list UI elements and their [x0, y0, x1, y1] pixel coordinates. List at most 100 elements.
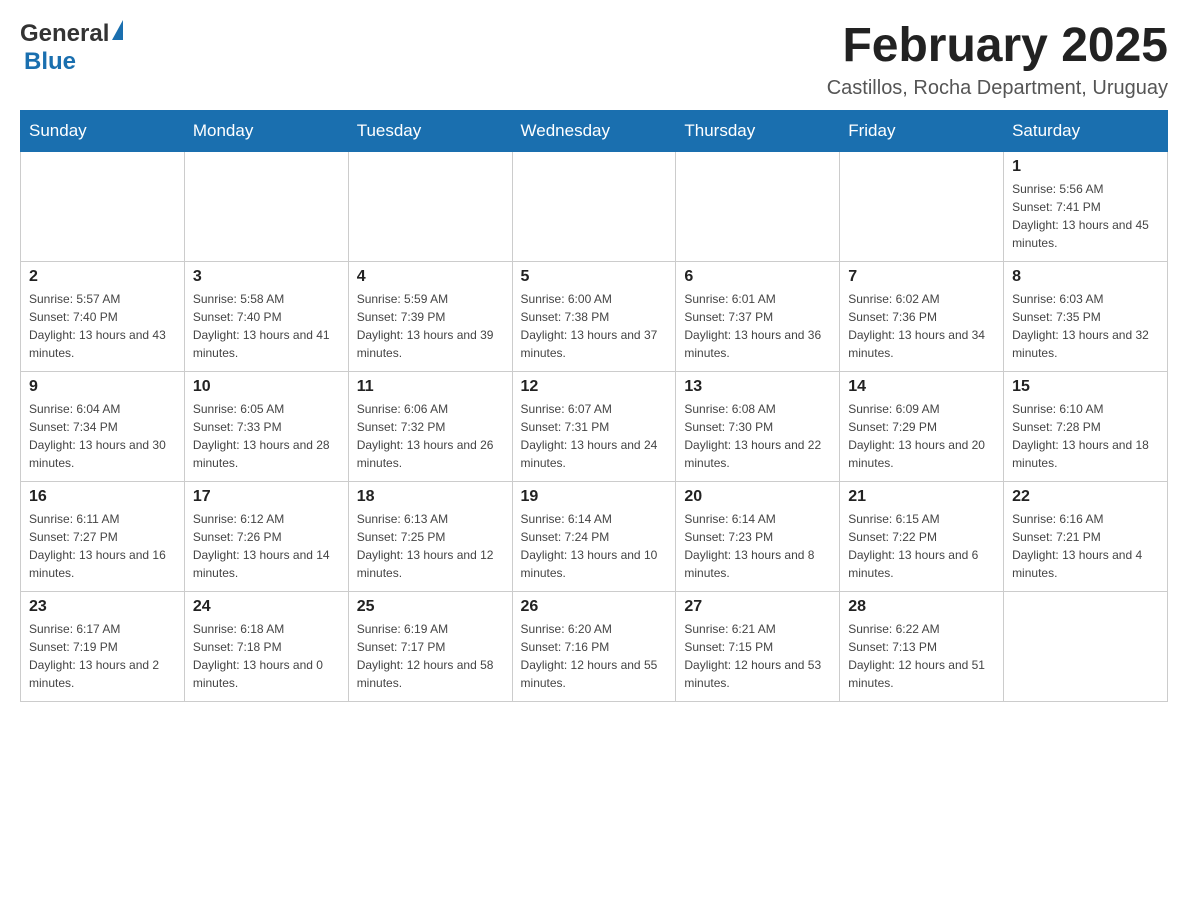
calendar-cell — [184, 151, 348, 261]
page-header: General Blue February 2025 Castillos, Ro… — [20, 20, 1168, 100]
day-number: 27 — [684, 598, 831, 616]
calendar-cell: 4 Sunrise: 5:59 AMSunset: 7:39 PMDaylight… — [348, 261, 512, 371]
day-number: 13 — [684, 378, 831, 396]
day-number: 8 — [1012, 268, 1159, 286]
calendar-cell — [21, 151, 185, 261]
day-number: 3 — [193, 268, 340, 286]
calendar-cell: 5 Sunrise: 6:00 AMSunset: 7:38 PMDaylight… — [512, 261, 676, 371]
day-info: Sunrise: 6:14 AMSunset: 7:24 PMDaylight:… — [521, 510, 668, 582]
calendar-cell: 16Sunrise: 6:11 AMSunset: 7:27 PMDayligh… — [21, 481, 185, 591]
calendar-cell: 14 Sunrise: 6:09 AMSunset: 7:29 PMDayligh… — [840, 371, 1004, 481]
calendar-cell: 26 Sunrise: 6:20 AMSunset: 7:16 PMDayligh… — [512, 591, 676, 701]
day-number: 14 — [848, 378, 995, 396]
calendar-cell: 13 Sunrise: 6:08 AMSunset: 7:30 PMDayligh… — [676, 371, 840, 481]
calendar-cell: 3 Sunrise: 5:58 AMSunset: 7:40 PMDaylight… — [184, 261, 348, 371]
calendar-cell: 9 Sunrise: 6:04 AMSunset: 7:34 PMDaylight… — [21, 371, 185, 481]
day-info: Sunrise: 6:22 AMSunset: 7:13 PMDaylight:… — [848, 620, 995, 692]
day-number: 15 — [1012, 378, 1159, 396]
day-info: Sunrise: 5:58 AMSunset: 7:40 PMDaylight:… — [193, 290, 340, 362]
calendar-cell: 6 Sunrise: 6:01 AMSunset: 7:37 PMDaylight… — [676, 261, 840, 371]
calendar-cell: 17 Sunrise: 6:12 AMSunset: 7:26 PMDayligh… — [184, 481, 348, 591]
day-info: Sunrise: 6:18 AMSunset: 7:18 PMDaylight:… — [193, 620, 340, 692]
calendar-cell: 21Sunrise: 6:15 AMSunset: 7:22 PMDayligh… — [840, 481, 1004, 591]
calendar-cell: 18Sunrise: 6:13 AMSunset: 7:25 PMDayligh… — [348, 481, 512, 591]
day-info: Sunrise: 6:16 AMSunset: 7:21 PMDaylight:… — [1012, 510, 1159, 582]
calendar-week-row-3: 9 Sunrise: 6:04 AMSunset: 7:34 PMDaylight… — [21, 371, 1168, 481]
calendar-day-header-monday: Monday — [184, 110, 348, 151]
day-info: Sunrise: 6:09 AMSunset: 7:29 PMDaylight:… — [848, 400, 995, 472]
calendar-cell — [676, 151, 840, 261]
day-number: 1 — [1012, 158, 1159, 176]
location-subtitle: Castillos, Rocha Department, Uruguay — [827, 77, 1168, 100]
calendar-cell: 24 Sunrise: 6:18 AMSunset: 7:18 PMDayligh… — [184, 591, 348, 701]
day-number: 23 — [29, 598, 176, 616]
calendar-cell — [1004, 591, 1168, 701]
calendar-week-row-2: 2 Sunrise: 5:57 AMSunset: 7:40 PMDaylight… — [21, 261, 1168, 371]
day-number: 12 — [521, 378, 668, 396]
day-number: 28 — [848, 598, 995, 616]
day-info: Sunrise: 6:19 AMSunset: 7:17 PMDaylight:… — [357, 620, 504, 692]
day-number: 2 — [29, 268, 176, 286]
day-info: Sunrise: 6:17 AMSunset: 7:19 PMDaylight:… — [29, 620, 176, 692]
calendar-cell: 28 Sunrise: 6:22 AMSunset: 7:13 PMDayligh… — [840, 591, 1004, 701]
day-number: 24 — [193, 598, 340, 616]
calendar-day-header-wednesday: Wednesday — [512, 110, 676, 151]
day-number: 26 — [521, 598, 668, 616]
day-number: 7 — [848, 268, 995, 286]
day-number: 18 — [357, 488, 504, 506]
calendar-cell: 2 Sunrise: 5:57 AMSunset: 7:40 PMDaylight… — [21, 261, 185, 371]
day-info: Sunrise: 6:04 AMSunset: 7:34 PMDaylight:… — [29, 400, 176, 472]
calendar-week-row-1: 1 Sunrise: 5:56 AMSunset: 7:41 PMDaylight… — [21, 151, 1168, 261]
day-info: Sunrise: 6:00 AMSunset: 7:38 PMDaylight:… — [521, 290, 668, 362]
day-number: 22 — [1012, 488, 1159, 506]
day-info: Sunrise: 6:06 AMSunset: 7:32 PMDaylight:… — [357, 400, 504, 472]
day-info: Sunrise: 6:08 AMSunset: 7:30 PMDaylight:… — [684, 400, 831, 472]
day-info: Sunrise: 6:07 AMSunset: 7:31 PMDaylight:… — [521, 400, 668, 472]
calendar-header-row: SundayMondayTuesdayWednesdayThursdayFrid… — [21, 110, 1168, 151]
day-number: 11 — [357, 378, 504, 396]
day-info: Sunrise: 5:59 AMSunset: 7:39 PMDaylight:… — [357, 290, 504, 362]
day-info: Sunrise: 6:12 AMSunset: 7:26 PMDaylight:… — [193, 510, 340, 582]
calendar-cell: 22 Sunrise: 6:16 AMSunset: 7:21 PMDayligh… — [1004, 481, 1168, 591]
day-number: 5 — [521, 268, 668, 286]
day-info: Sunrise: 6:20 AMSunset: 7:16 PMDaylight:… — [521, 620, 668, 692]
day-number: 6 — [684, 268, 831, 286]
day-info: Sunrise: 6:05 AMSunset: 7:33 PMDaylight:… — [193, 400, 340, 472]
day-info: Sunrise: 6:14 AMSunset: 7:23 PMDaylight:… — [684, 510, 831, 582]
calendar-cell — [512, 151, 676, 261]
calendar-day-header-friday: Friday — [840, 110, 1004, 151]
calendar-cell: 1 Sunrise: 5:56 AMSunset: 7:41 PMDaylight… — [1004, 151, 1168, 261]
day-info: Sunrise: 5:56 AMSunset: 7:41 PMDaylight:… — [1012, 180, 1159, 252]
day-number: 9 — [29, 378, 176, 396]
calendar-day-header-saturday: Saturday — [1004, 110, 1168, 151]
day-number: 25 — [357, 598, 504, 616]
logo: General Blue — [20, 20, 123, 76]
calendar-cell: 10Sunrise: 6:05 AMSunset: 7:33 PMDayligh… — [184, 371, 348, 481]
day-number: 17 — [193, 488, 340, 506]
calendar-cell: 23 Sunrise: 6:17 AMSunset: 7:19 PMDayligh… — [21, 591, 185, 701]
month-title: February 2025 — [827, 20, 1168, 73]
calendar-week-row-4: 16Sunrise: 6:11 AMSunset: 7:27 PMDayligh… — [21, 481, 1168, 591]
calendar-table: SundayMondayTuesdayWednesdayThursdayFrid… — [20, 110, 1168, 702]
logo-blue-text: Blue — [24, 48, 76, 75]
day-info: Sunrise: 6:15 AMSunset: 7:22 PMDaylight:… — [848, 510, 995, 582]
calendar-week-row-5: 23 Sunrise: 6:17 AMSunset: 7:19 PMDayligh… — [21, 591, 1168, 701]
day-info: Sunrise: 6:21 AMSunset: 7:15 PMDaylight:… — [684, 620, 831, 692]
day-info: Sunrise: 6:03 AMSunset: 7:35 PMDaylight:… — [1012, 290, 1159, 362]
calendar-cell — [840, 151, 1004, 261]
calendar-cell: 27 Sunrise: 6:21 AMSunset: 7:15 PMDayligh… — [676, 591, 840, 701]
day-number: 16 — [29, 488, 176, 506]
logo-general-text: General — [20, 20, 109, 48]
day-info: Sunrise: 6:02 AMSunset: 7:36 PMDaylight:… — [848, 290, 995, 362]
day-number: 4 — [357, 268, 504, 286]
day-info: Sunrise: 6:10 AMSunset: 7:28 PMDaylight:… — [1012, 400, 1159, 472]
calendar-cell — [348, 151, 512, 261]
title-section: February 2025 Castillos, Rocha Departmen… — [827, 20, 1168, 100]
calendar-cell: 19 Sunrise: 6:14 AMSunset: 7:24 PMDayligh… — [512, 481, 676, 591]
day-number: 19 — [521, 488, 668, 506]
calendar-day-header-tuesday: Tuesday — [348, 110, 512, 151]
day-info: Sunrise: 6:01 AMSunset: 7:37 PMDaylight:… — [684, 290, 831, 362]
calendar-cell: 25 Sunrise: 6:19 AMSunset: 7:17 PMDayligh… — [348, 591, 512, 701]
day-number: 20 — [684, 488, 831, 506]
day-info: Sunrise: 5:57 AMSunset: 7:40 PMDaylight:… — [29, 290, 176, 362]
